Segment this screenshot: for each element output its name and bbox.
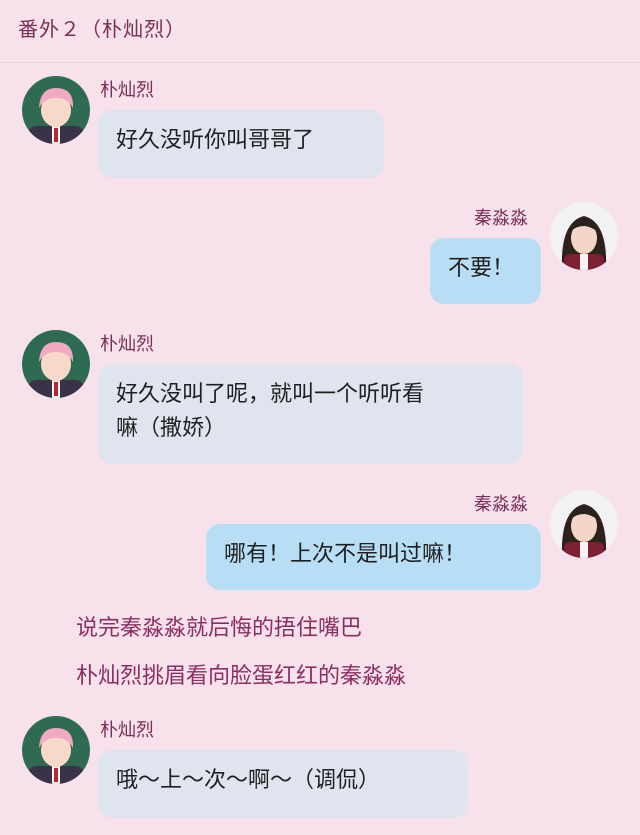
message-bubble[interactable]: 好久没叫了呢，就叫一个听听看 嘛（撒娇） <box>98 364 523 464</box>
message-text: 哦～上～次～啊～（调侃） <box>116 768 381 793</box>
message-text: 哪有！上次不是叫过嘛！ <box>224 542 467 567</box>
sender-name: 朴灿烈 <box>100 720 154 741</box>
avatar-qin-miaomiao[interactable] <box>550 202 618 270</box>
chapter-header: 番外２（朴灿烈） <box>0 0 640 63</box>
narration-line: 朴灿烈挑眉看向脸蛋红红的秦淼淼 <box>76 664 407 689</box>
message-bubble[interactable]: 哦～上～次～啊～（调侃） <box>98 750 468 818</box>
sender-name: 秦淼淼 <box>474 208 528 229</box>
avatar-park-chanyeol[interactable] <box>22 330 90 398</box>
message-text: 好久没听你叫哥哥了 <box>116 128 315 153</box>
pink-haired-boy-avatar-icon <box>22 330 90 398</box>
pink-haired-boy-avatar-icon <box>22 716 90 784</box>
message-bubble[interactable]: 好久没听你叫哥哥了 <box>98 110 384 178</box>
message-bubble[interactable]: 不要！ <box>430 238 541 304</box>
dark-haired-girl-avatar-icon <box>550 202 618 270</box>
sender-name: 秦淼淼 <box>474 494 528 515</box>
avatar-park-chanyeol[interactable] <box>22 76 90 144</box>
message-bubble[interactable]: 哪有！上次不是叫过嘛！ <box>206 524 541 590</box>
message-text-line: 好久没叫了呢，就叫一个听听看 <box>116 382 425 407</box>
sender-name: 朴灿烈 <box>100 334 154 355</box>
avatar-qin-miaomiao[interactable] <box>550 490 618 558</box>
avatar-park-chanyeol[interactable] <box>22 716 90 784</box>
narration-line: 说完秦淼淼就后悔的捂住嘴巴 <box>76 616 363 641</box>
message-text-line: 嘛（撒娇） <box>116 416 227 441</box>
message-text: 不要！ <box>448 256 515 281</box>
sender-name: 朴灿烈 <box>100 80 154 101</box>
dark-haired-girl-avatar-icon <box>550 490 618 558</box>
chapter-title: 番外２（朴灿烈） <box>18 17 186 41</box>
pink-haired-boy-avatar-icon <box>22 76 90 144</box>
